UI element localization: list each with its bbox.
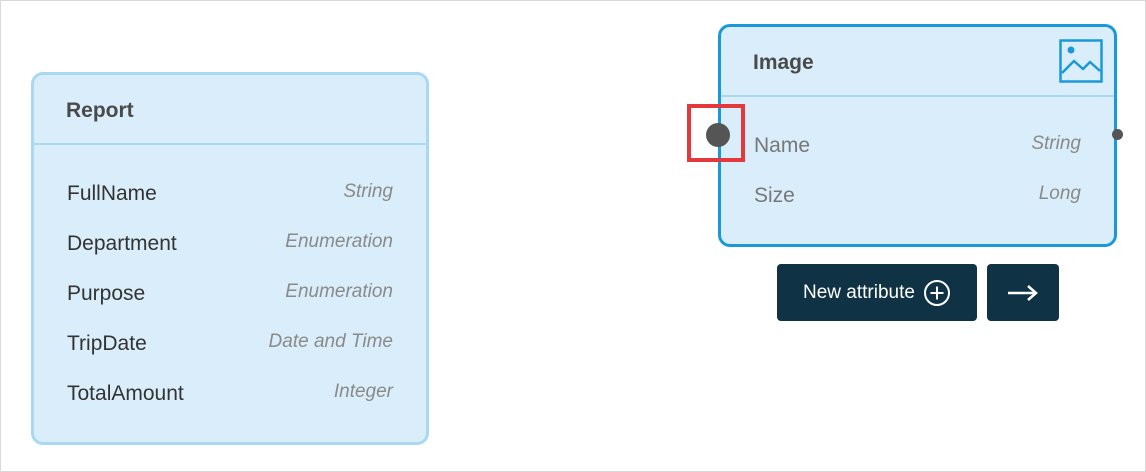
attribute-name: TotalAmount [67,382,184,405]
attribute-row[interactable]: TripDate Date and Time [67,329,393,359]
attribute-type: Enumeration [285,231,393,252]
attribute-row[interactable]: Purpose Enumeration [67,279,393,309]
attribute-type: Integer [333,381,393,402]
attribute-name: Name [754,134,811,157]
entity-header: Report [34,75,426,145]
next-button[interactable] [987,264,1059,321]
attribute-row[interactable]: FullName String [67,179,393,209]
plus-circle-icon [923,279,950,306]
attribute-type: Date and Time [268,331,393,352]
connection-handle-right[interactable] [1112,129,1123,140]
arrow-right-icon [1008,284,1038,301]
attribute-row[interactable]: Name String [754,131,1081,161]
attribute-type: String [343,181,393,202]
attribute-type: String [1031,133,1081,154]
new-attribute-label: New attribute [803,281,915,303]
new-attribute-button[interactable]: New attribute [777,264,977,321]
entity-report[interactable]: Report FullName String Department Enumer… [31,72,429,445]
entity-image[interactable]: Image Name String Size Long [718,24,1117,247]
attribute-name: FullName [67,182,157,205]
attribute-row[interactable]: TotalAmount Integer [67,379,393,409]
entity-title: Image [753,51,814,74]
attribute-name: Size [754,184,795,207]
attribute-name: TripDate [67,332,147,355]
image-icon [1059,39,1103,83]
attribute-name: Purpose [67,282,146,305]
attribute-type: Long [1038,183,1081,204]
attribute-name: Department [67,232,177,255]
highlight-box [687,104,745,162]
entity-title: Report [66,99,134,122]
attribute-row[interactable]: Size Long [754,181,1081,211]
attribute-type: Enumeration [285,281,393,302]
entity-header: Image [721,27,1114,97]
attribute-row[interactable]: Department Enumeration [67,229,393,259]
